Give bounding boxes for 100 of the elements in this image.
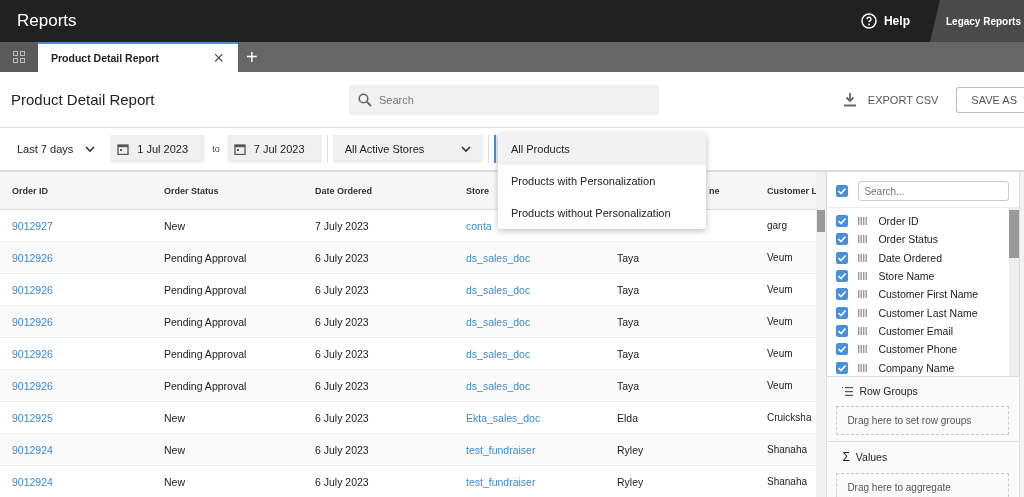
add-tab-button[interactable]: + [238, 42, 266, 72]
table-cell-text: Taya [616, 251, 640, 264]
drag-handle-icon[interactable] [858, 363, 868, 372]
grid-icon[interactable] [0, 42, 38, 72]
save-as-button[interactable]: SAVE AS [956, 86, 1024, 113]
store-name-link[interactable]: Ekta_sales_doc [454, 411, 541, 424]
table-cell-text: Shanaha [766, 444, 808, 455]
column-label: Order ID [878, 215, 919, 228]
menu-option[interactable]: Products without Personalization [498, 197, 706, 229]
table-cell-text: Elda [616, 411, 638, 424]
table-cell-text: New [163, 411, 185, 424]
order-id-link[interactable]: 9012924 [0, 475, 53, 488]
column-checkbox[interactable] [836, 288, 849, 301]
table-cell-text: Ryley [616, 443, 644, 456]
column-checkbox[interactable] [836, 251, 849, 264]
store-name-link[interactable]: ds_sales_doc [454, 251, 531, 264]
table-cell-text: 6 July 2023 [314, 283, 369, 296]
table-cell-text: New [163, 219, 185, 232]
order-id-link[interactable]: 9012927 [0, 219, 53, 232]
column-header[interactable]: Store [454, 185, 489, 196]
table-cell-text: Taya [616, 315, 640, 328]
order-id-link[interactable]: 9012924 [0, 443, 53, 456]
column-checkbox[interactable] [836, 343, 849, 356]
drag-handle-icon[interactable] [858, 217, 868, 226]
table-cell-text: Veum [766, 316, 793, 327]
column-label: Order Status [878, 233, 938, 246]
table-cell-text: Taya [616, 347, 640, 360]
column-checkbox[interactable] [836, 270, 849, 283]
calendar-icon [117, 143, 130, 155]
column-label: Customer First Name [878, 288, 979, 301]
order-id-link[interactable]: 9012926 [0, 283, 53, 296]
menu-option[interactable]: All Products [498, 133, 706, 165]
page-title: Product Detail Report [11, 91, 156, 108]
column-checkbox[interactable] [836, 324, 849, 337]
store-select[interactable]: All Active Stores [332, 135, 483, 163]
search-field[interactable]: Search [349, 84, 659, 115]
drag-handle-icon[interactable] [858, 272, 868, 281]
report-tab[interactable]: Product Detail Report × [38, 42, 238, 72]
store-name-link[interactable]: ds_sales_doc [454, 379, 531, 392]
drag-handle-icon[interactable] [858, 326, 868, 335]
order-id-link[interactable]: 9012926 [0, 379, 53, 392]
order-id-link[interactable]: 9012926 [0, 251, 53, 264]
column-checkbox[interactable] [836, 361, 849, 374]
drag-handle-icon[interactable] [858, 235, 868, 244]
table-cell-text: Pending Approval [163, 283, 247, 296]
chevron-down-icon [460, 145, 471, 153]
table-cell-text: Cruicksha [766, 412, 812, 423]
column-checkbox[interactable] [836, 233, 849, 246]
column-checkbox[interactable] [836, 306, 849, 319]
order-id-link[interactable]: 9012926 [0, 347, 53, 360]
store-name-link[interactable]: ds_sales_doc [454, 315, 531, 328]
legacy-reports-tab[interactable]: Legacy Reports [929, 0, 1024, 42]
column-header[interactable]: Date Ordered [303, 185, 373, 196]
store-name-link[interactable]: ds_sales_doc [454, 347, 531, 360]
column-label: Customer Last Name [878, 306, 978, 319]
table-cell-text: Taya [616, 379, 640, 392]
table-cell-text: 6 July 2023 [314, 379, 369, 392]
help-icon[interactable] [860, 13, 877, 29]
store-name-link[interactable]: conta [454, 219, 492, 232]
table-cell-text: 6 July 2023 [314, 411, 369, 424]
close-icon[interactable]: × [213, 49, 224, 67]
column-checkbox[interactable] [836, 215, 849, 228]
help-link[interactable]: Help [883, 14, 910, 28]
drop-zone[interactable]: Drag here to aggregate [836, 473, 1009, 497]
table-cell-text: Veum [766, 252, 793, 263]
table-cell-text: 7 July 2023 [314, 219, 369, 232]
store-name-link[interactable]: test_fundraiser [454, 475, 536, 488]
export-csv-button[interactable]: EXPORT CSV [843, 92, 939, 107]
table-cell-text: Pending Approval [163, 347, 247, 360]
table-cell-text: Veum [766, 348, 793, 359]
drag-handle-icon[interactable] [858, 253, 868, 262]
date-range-dropdown[interactable]: Last 7 days [0, 143, 106, 155]
order-id-link[interactable]: 9012925 [0, 411, 53, 424]
sigma-icon: Σ [842, 450, 850, 464]
chevron-down-icon [85, 145, 96, 153]
column-label: Customer Phone [878, 343, 958, 356]
app-title: Reports [17, 11, 77, 31]
column-header[interactable]: Order Status [152, 185, 219, 196]
table-cell-text: garg [766, 220, 787, 231]
scrollbar-thumb[interactable] [1009, 210, 1019, 258]
column-label: Date Ordered [878, 251, 942, 264]
table-cell-text: New [163, 443, 185, 456]
column-search-field[interactable]: Search... [858, 181, 1009, 201]
column-header[interactable]: Customer L [755, 185, 817, 196]
column-header[interactable]: Order ID [0, 185, 48, 196]
table-cell-text: 6 July 2023 [314, 251, 369, 264]
scrollbar-thumb[interactable] [817, 210, 826, 232]
drag-handle-icon[interactable] [858, 345, 868, 354]
end-date-field[interactable]: 7 Jul 2023 [226, 135, 322, 163]
store-name-link[interactable]: ds_sales_doc [454, 283, 531, 296]
drag-handle-icon[interactable] [858, 290, 868, 299]
drag-handle-icon[interactable] [858, 308, 868, 317]
table-cell-text: Ryley [616, 475, 644, 488]
start-date-field[interactable]: 1 Jul 2023 [110, 135, 206, 163]
order-id-link[interactable]: 9012926 [0, 315, 53, 328]
select-all-checkbox[interactable] [836, 185, 849, 197]
menu-option[interactable]: Products with Personalization [498, 165, 706, 197]
drop-zone[interactable]: Drag here to set row groups [836, 406, 1009, 435]
column-label: Company Name [878, 361, 955, 374]
store-name-link[interactable]: test_fundraiser [454, 443, 536, 456]
